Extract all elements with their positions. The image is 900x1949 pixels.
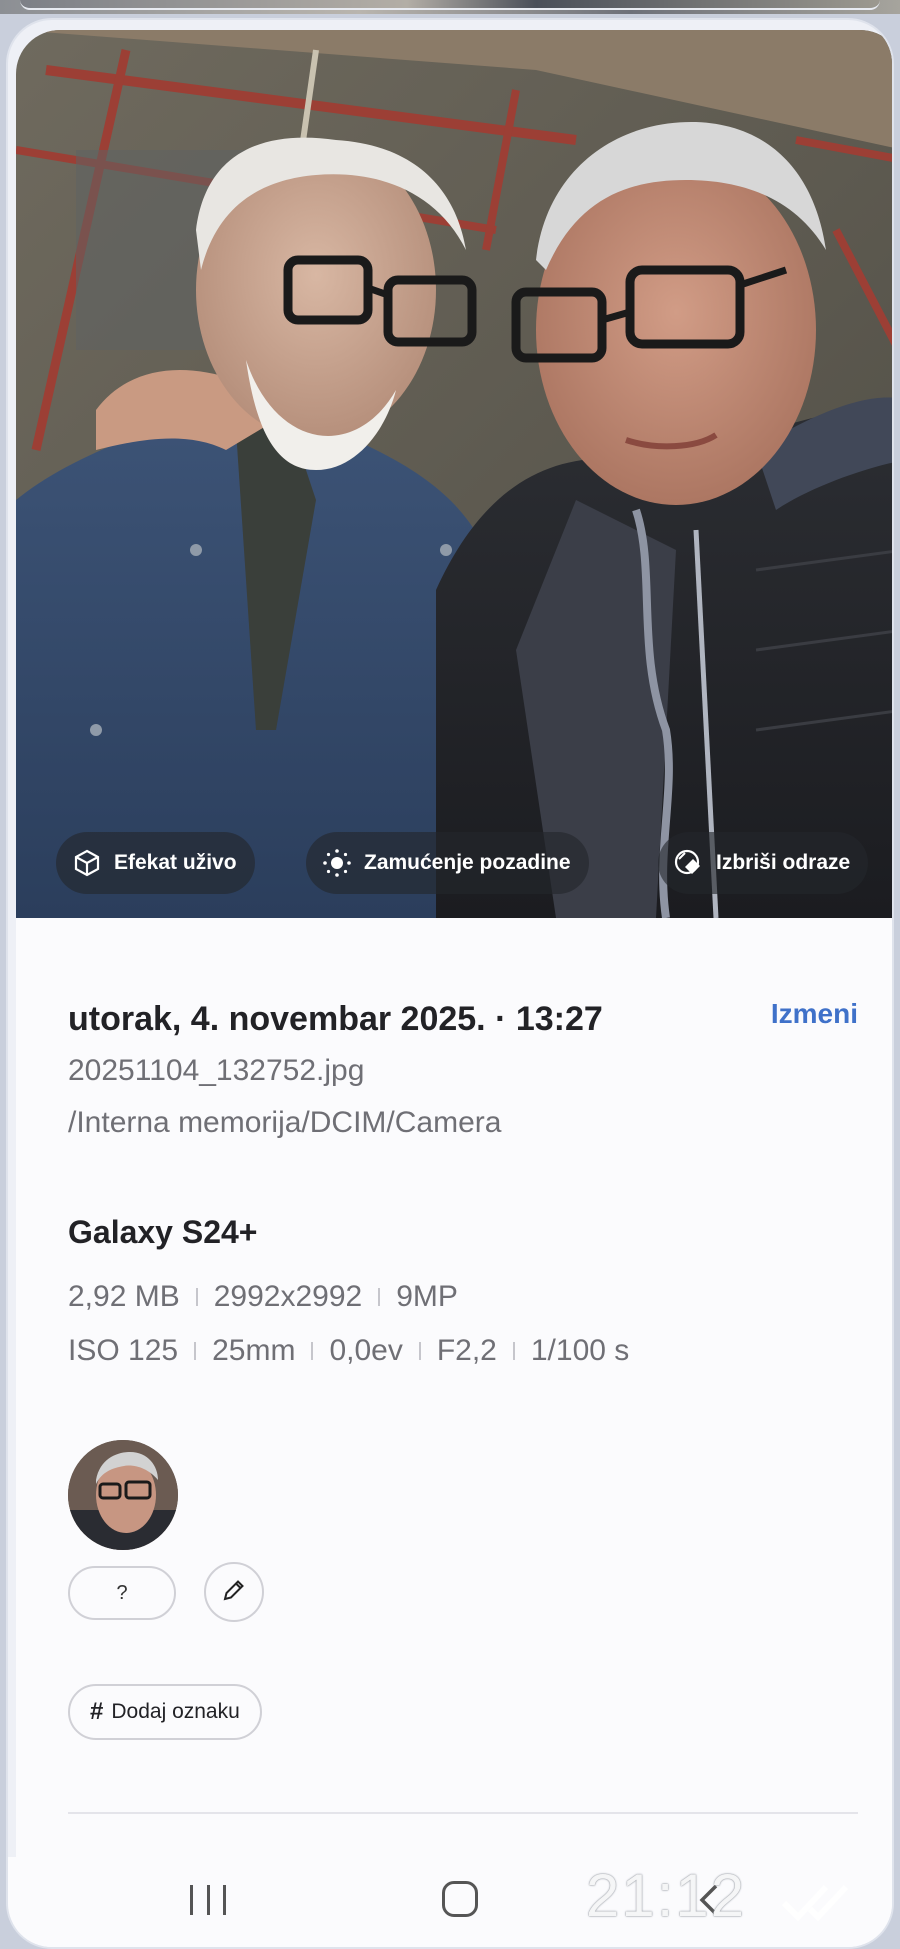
background-app-strip [0, 0, 900, 14]
erase-reflection-icon [672, 846, 706, 880]
home-button[interactable] [442, 1881, 478, 1917]
unknown-person-label-button[interactable]: ? [68, 1566, 176, 1620]
add-tag-label: Dodaj oznaku [111, 1700, 240, 1723]
erase-reflection-label: Izbriši odraze [716, 851, 851, 874]
section-divider [68, 1812, 858, 1814]
spec-divider [194, 1342, 197, 1360]
aperture: F2,2 [436, 1334, 497, 1367]
details-panel: utorak, 4. novembar 2025. · 13:27 Izmeni… [16, 918, 892, 1947]
photo-viewer[interactable] [16, 30, 892, 918]
spec-divider [311, 1342, 314, 1360]
recent-apps-button[interactable] [190, 1885, 226, 1915]
focal-length: 25mm [212, 1334, 296, 1367]
previous-card-edge [20, 0, 880, 10]
exposure-value: 0,0ev [329, 1334, 403, 1367]
shutter-speed: 1/100 s [530, 1334, 630, 1367]
live-effect-icon [70, 846, 104, 880]
background-blur-icon [320, 846, 354, 880]
edit-person-button[interactable] [204, 1562, 264, 1622]
file-name: 20251104_132752.jpg [68, 1054, 365, 1087]
photo-date-time: utorak, 4. novembar 2025. · 13:27 [68, 1000, 603, 1038]
person-face-thumbnail[interactable] [68, 1440, 178, 1550]
message-timestamp-overlay: 21:12 [586, 1862, 747, 1929]
device-name: Galaxy S24+ [68, 1214, 258, 1250]
pencil-icon [221, 1577, 247, 1608]
file-path: /Interna memorija/DCIM/Camera [68, 1106, 502, 1139]
file-specs-row: 2,92 MB 2992x2992 9MP [68, 1280, 458, 1314]
photo-image [16, 30, 892, 918]
background-blur-label: Zamućenje pozadine [364, 851, 571, 874]
edit-details-link[interactable]: Izmeni [771, 998, 858, 1030]
add-tag-button[interactable]: # Dodaj oznaku [68, 1684, 262, 1740]
file-size: 2,92 MB [68, 1280, 180, 1313]
double-check-icon [780, 1879, 860, 1923]
gallery-details-screen: Efekat uživo Zamućenje pozadine Izbriši … [6, 18, 894, 1949]
camera-specs-row: ISO 125 25mm 0,0ev F2,2 1/100 s [68, 1334, 629, 1368]
megapixels: 9MP [396, 1280, 458, 1313]
spec-divider [512, 1342, 515, 1360]
spec-divider [418, 1342, 421, 1360]
hashtag-icon: # [90, 1698, 104, 1725]
spec-divider [195, 1288, 198, 1306]
spec-divider [378, 1288, 381, 1306]
system-navigation-bar: 21:12 [8, 1857, 892, 1947]
erase-reflection-button[interactable]: Izbriši odraze [658, 832, 869, 894]
iso-value: ISO 125 [68, 1334, 179, 1367]
background-blur-button[interactable]: Zamućenje pozadine [306, 832, 589, 894]
live-effect-label: Efekat uživo [114, 851, 237, 874]
image-resolution: 2992x2992 [213, 1280, 363, 1313]
live-effect-button[interactable]: Efekat uživo [56, 832, 255, 894]
